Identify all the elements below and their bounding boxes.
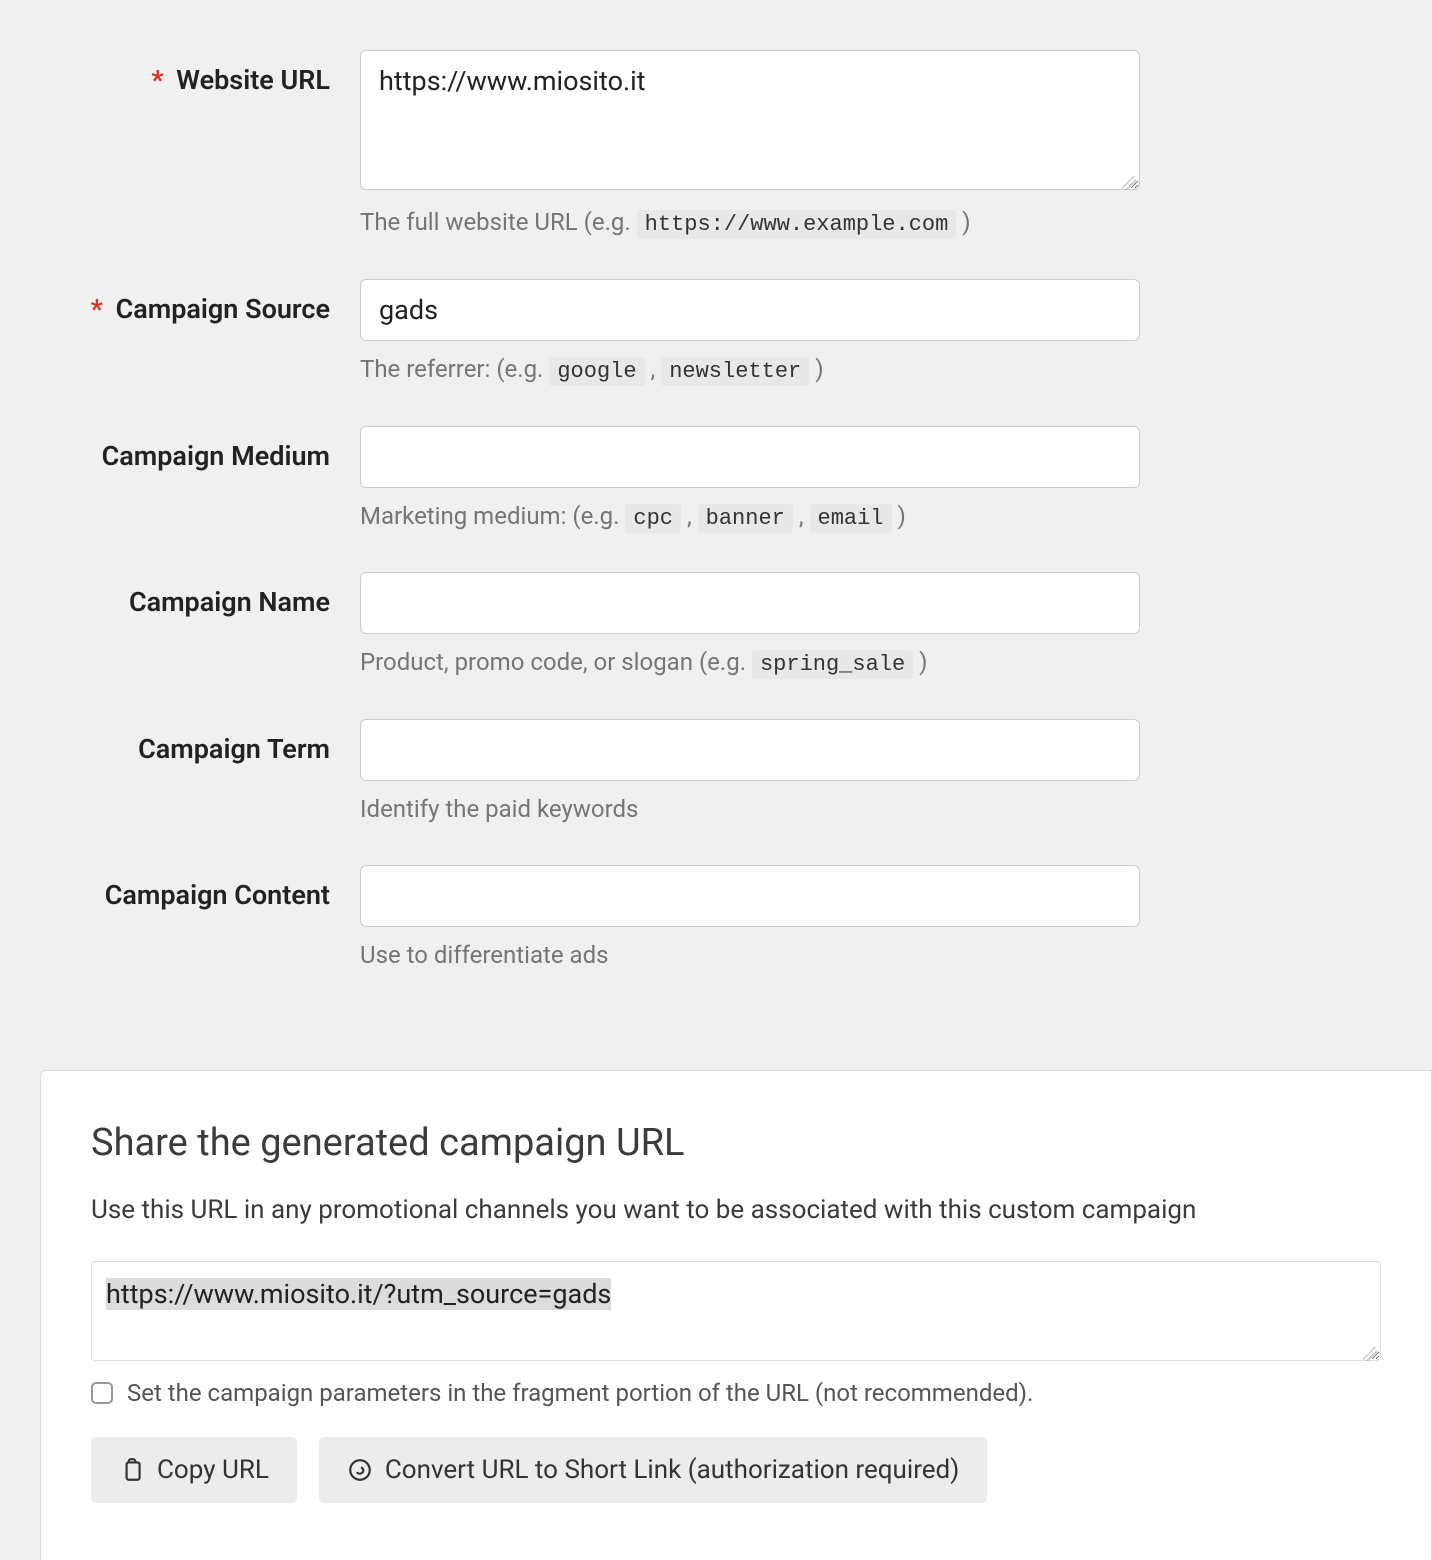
hint-code: cpc bbox=[625, 504, 681, 533]
copy-url-button[interactable]: Copy URL bbox=[91, 1437, 297, 1503]
website-url-input[interactable]: https://www.miosito.it bbox=[360, 50, 1140, 190]
campaign-name-input[interactable] bbox=[360, 572, 1140, 634]
fragment-checkbox-label: Set the campaign parameters in the fragm… bbox=[127, 1379, 1033, 1407]
label-text: Campaign Source bbox=[116, 293, 330, 325]
field-campaign-name: Campaign Name Product, promo code, or sl… bbox=[40, 572, 1392, 681]
label-text: Campaign Term bbox=[138, 733, 330, 765]
shortlink-icon bbox=[347, 1457, 373, 1483]
campaign-source-input[interactable] bbox=[360, 279, 1140, 341]
label-campaign-source: * Campaign Source bbox=[40, 279, 360, 325]
label-campaign-medium: Campaign Medium bbox=[40, 426, 360, 472]
input-col: Use to differentiate ads bbox=[360, 865, 1140, 973]
hint-code: banner bbox=[698, 504, 793, 533]
share-buttons: Copy URL Convert URL to Short Link (auth… bbox=[91, 1437, 1381, 1503]
shortlink-button[interactable]: Convert URL to Short Link (authorization… bbox=[319, 1437, 987, 1503]
label-campaign-name: Campaign Name bbox=[40, 572, 360, 618]
resize-handle-icon[interactable] bbox=[1363, 1347, 1377, 1361]
label-text: Campaign Name bbox=[129, 586, 330, 618]
campaign-term-input[interactable] bbox=[360, 719, 1140, 781]
hint-suffix: ) bbox=[913, 648, 927, 676]
hint-prefix: Product, promo code, or slogan (e.g. bbox=[360, 648, 752, 676]
campaign-medium-input[interactable] bbox=[360, 426, 1140, 488]
hint-code: https://www.example.com bbox=[637, 210, 957, 239]
label-text: Campaign Medium bbox=[102, 440, 330, 472]
input-col: https://www.miosito.it The full website … bbox=[360, 50, 1140, 241]
hint-sep: , bbox=[793, 502, 810, 530]
field-campaign-term: Campaign Term Identify the paid keywords bbox=[40, 719, 1392, 827]
hint-suffix: ) bbox=[956, 208, 970, 236]
share-title: Share the generated campaign URL bbox=[91, 1121, 1381, 1165]
input-col: Product, promo code, or slogan (e.g. spr… bbox=[360, 572, 1140, 681]
field-campaign-source: * Campaign Source The referrer: (e.g. go… bbox=[40, 279, 1392, 388]
fragment-checkbox-row[interactable]: Set the campaign parameters in the fragm… bbox=[91, 1379, 1381, 1407]
hint-prefix: Marketing medium: (e.g. bbox=[360, 502, 625, 530]
hint-campaign-term: Identify the paid keywords bbox=[360, 793, 1140, 827]
hint-sep: , bbox=[681, 502, 698, 530]
fragment-checkbox[interactable] bbox=[91, 1382, 113, 1404]
generated-url-output[interactable] bbox=[91, 1261, 1381, 1361]
label-campaign-term: Campaign Term bbox=[40, 719, 360, 765]
shortlink-label: Convert URL to Short Link (authorization… bbox=[385, 1455, 959, 1485]
label-text: Website URL bbox=[176, 64, 330, 96]
required-marker: * bbox=[151, 64, 163, 96]
hint-code: email bbox=[810, 504, 892, 533]
copy-url-label: Copy URL bbox=[157, 1455, 269, 1485]
hint-website-url: The full website URL (e.g. https://www.e… bbox=[360, 206, 1140, 241]
label-campaign-content: Campaign Content bbox=[40, 865, 360, 911]
hint-suffix: ) bbox=[809, 355, 823, 383]
hint-code: newsletter bbox=[661, 357, 809, 386]
share-description: Use this URL in any promotional channels… bbox=[91, 1195, 1381, 1225]
hint-campaign-name: Product, promo code, or slogan (e.g. spr… bbox=[360, 646, 1140, 681]
generated-url-wrap: https://www.miosito.it/?utm_source=gads bbox=[91, 1261, 1381, 1365]
field-campaign-content: Campaign Content Use to differentiate ad… bbox=[40, 865, 1392, 973]
required-marker: * bbox=[91, 293, 103, 325]
hint-prefix: The referrer: (e.g. bbox=[360, 355, 549, 383]
hint-code: google bbox=[549, 357, 644, 386]
hint-campaign-source: The referrer: (e.g. google , newsletter … bbox=[360, 353, 1140, 388]
label-website-url: * Website URL bbox=[40, 50, 360, 96]
hint-campaign-medium: Marketing medium: (e.g. cpc , banner , e… bbox=[360, 500, 1140, 535]
resize-handle-icon[interactable] bbox=[1122, 176, 1136, 190]
hint-code: spring_sale bbox=[752, 650, 913, 679]
hint-suffix: ) bbox=[892, 502, 906, 530]
field-website-url: * Website URL https://www.miosito.it The… bbox=[40, 50, 1392, 241]
field-campaign-medium: Campaign Medium Marketing medium: (e.g. … bbox=[40, 426, 1392, 535]
share-card: Share the generated campaign URL Use thi… bbox=[40, 1070, 1432, 1560]
hint-prefix: The full website URL (e.g. bbox=[360, 208, 637, 236]
hint-campaign-content: Use to differentiate ads bbox=[360, 939, 1140, 973]
utm-form: * Website URL https://www.miosito.it The… bbox=[0, 0, 1432, 1050]
clipboard-icon bbox=[119, 1457, 145, 1483]
input-col: Identify the paid keywords bbox=[360, 719, 1140, 827]
campaign-content-input[interactable] bbox=[360, 865, 1140, 927]
input-col: Marketing medium: (e.g. cpc , banner , e… bbox=[360, 426, 1140, 535]
input-col: The referrer: (e.g. google , newsletter … bbox=[360, 279, 1140, 388]
label-text: Campaign Content bbox=[105, 879, 330, 911]
hint-sep: , bbox=[645, 355, 662, 383]
